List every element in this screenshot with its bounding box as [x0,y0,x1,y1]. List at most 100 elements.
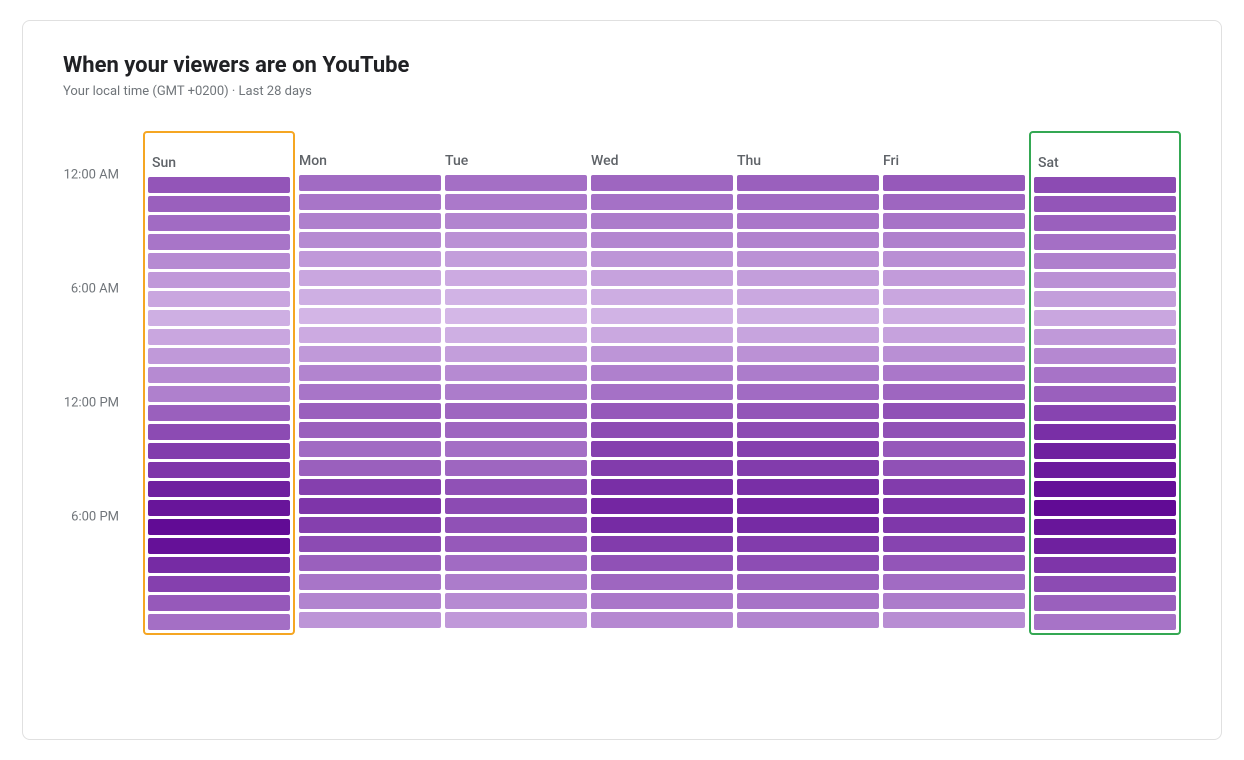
day-col-fri: Fri [883,131,1025,635]
heat-cell [1034,481,1176,497]
heat-cell [883,403,1025,419]
heat-cell [148,177,290,193]
heat-cell [1034,348,1176,364]
day-col-tue: Tue [445,131,587,635]
heat-cell [148,462,290,478]
heat-cell [299,555,441,571]
heat-cell [1034,367,1176,383]
heat-cell [737,194,879,210]
heat-cell [883,422,1025,438]
columns-wrapper: SunMonTueWedThuFriSat [143,131,1181,635]
heat-cell [591,270,733,286]
heat-cell [737,213,879,229]
heat-cell [299,194,441,210]
heat-cell [1034,386,1176,402]
heat-cell [1034,310,1176,326]
heat-cell [445,460,587,476]
heat-cell [148,253,290,269]
heat-cell [591,574,733,590]
heat-cell [445,403,587,419]
heat-cell [148,196,290,212]
day-col-sun: Sun [143,131,295,635]
heat-cell [299,175,441,191]
heat-cell [1034,557,1176,573]
heat-cell [445,346,587,362]
heat-cell [148,386,290,402]
page-title: When your viewers are on YouTube [63,53,1181,78]
heat-cell [445,517,587,533]
heat-cell [883,346,1025,362]
heat-cell [737,308,879,324]
card: When your viewers are on YouTube Your lo… [22,20,1222,740]
heat-cell [883,289,1025,305]
heat-cell [445,498,587,514]
cells-tue [445,175,587,628]
heat-cell [148,519,290,535]
page-subtitle: Your local time (GMT +0200) · Last 28 da… [63,84,1181,99]
heat-cell [737,555,879,571]
heat-cell [591,612,733,628]
day-col-thu: Thu [737,131,879,635]
y-axis: 12:00 AM6:00 AM12:00 PM6:00 PM [63,131,143,631]
heat-cell [1034,196,1176,212]
heat-cell [148,329,290,345]
heat-cell [883,327,1025,343]
heat-cell [1034,500,1176,516]
heat-cell [445,213,587,229]
heat-cell [737,270,879,286]
heat-cell [883,593,1025,609]
heat-cell [299,232,441,248]
cells-mon [299,175,441,628]
heat-cell [737,251,879,267]
heat-cell [445,536,587,552]
heat-cell [883,175,1025,191]
heat-cell [299,308,441,324]
heat-cell [737,517,879,533]
heat-cell [737,327,879,343]
heat-cell [148,443,290,459]
cells-sun [148,177,290,630]
heat-cell [148,367,290,383]
heat-cell [737,498,879,514]
heat-cell [1034,519,1176,535]
heat-cell [591,536,733,552]
chart-area: 12:00 AM6:00 AM12:00 PM6:00 PM SunMonTue… [63,131,1181,635]
heat-cell [299,574,441,590]
day-col-wed: Wed [591,131,733,635]
day-col-sat: Sat [1029,131,1181,635]
heat-cell [737,593,879,609]
heat-cell [591,175,733,191]
heat-cell [591,422,733,438]
heat-cell [591,384,733,400]
heat-cell [445,384,587,400]
heat-cell [883,555,1025,571]
heat-cell [299,384,441,400]
heat-cell [591,213,733,229]
heat-cell [591,441,733,457]
cells-sat [1034,177,1176,630]
heat-cell [591,194,733,210]
heat-cell [737,460,879,476]
heat-cell [299,289,441,305]
heat-cell [737,365,879,381]
heat-cell [299,498,441,514]
heat-cell [591,498,733,514]
heat-cell [148,234,290,250]
heat-cell [1034,272,1176,288]
y-label: 12:00 AM [64,168,131,183]
heat-cell [148,481,290,497]
heat-cell [883,232,1025,248]
heat-cell [148,405,290,421]
y-label: 6:00 PM [71,510,131,525]
heat-cell [883,365,1025,381]
heat-cell [883,384,1025,400]
heat-cell [1034,614,1176,630]
heat-cell [591,517,733,533]
heat-cell [737,536,879,552]
heat-cell [445,574,587,590]
y-label: 12:00 PM [64,396,131,411]
heat-cell [737,574,879,590]
heat-cell [737,403,879,419]
heat-cell [445,327,587,343]
heat-cell [299,403,441,419]
